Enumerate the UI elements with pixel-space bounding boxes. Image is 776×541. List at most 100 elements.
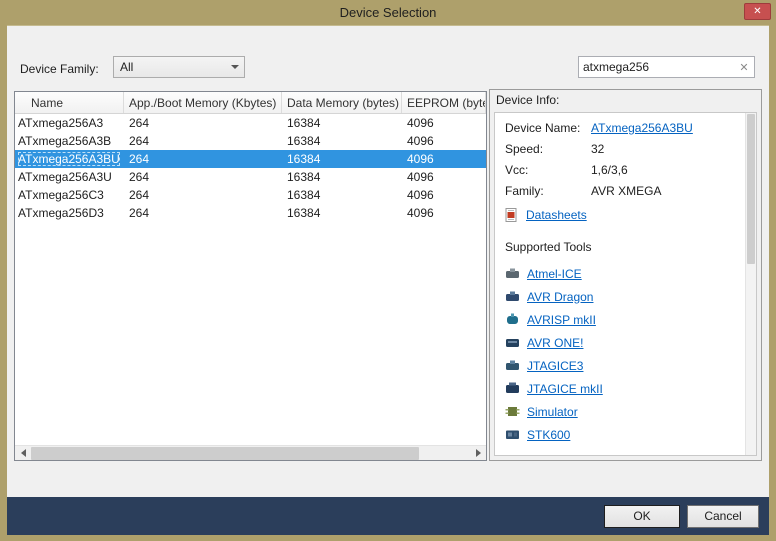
dialog-content: Device Family: All ✕ Name App./Boot Memo…: [7, 25, 769, 497]
supported-tools-heading: Supported Tools: [505, 240, 746, 254]
tool-row: AVR ONE!: [505, 331, 746, 354]
tool-row: JTAGICE mkII: [505, 377, 746, 400]
vcc-row: Vcc: 1,6/3,6: [505, 163, 746, 177]
family-value: AVR XMEGA: [591, 184, 661, 198]
table-row[interactable]: ATxmega256D3 264 16384 4096: [15, 204, 486, 222]
device-family-dropdown[interactable]: All: [113, 56, 245, 78]
cell-name: ATxmega256A3B: [15, 134, 124, 148]
column-header-data-memory[interactable]: Data Memory (bytes): [282, 92, 402, 113]
device-search-box: ✕: [578, 56, 755, 78]
simulator-icon: [505, 405, 520, 418]
vertical-scrollbar[interactable]: [745, 113, 756, 455]
cell-data-memory: 16384: [282, 116, 402, 130]
avr-one-icon: [505, 336, 520, 349]
table-row-selected[interactable]: ATxmega256A3BU 264 16384 4096: [15, 150, 486, 168]
device-name-label: Device Name:: [505, 121, 591, 135]
cell-name: ATxmega256A3U: [15, 170, 124, 184]
close-icon[interactable]: ✕: [744, 3, 771, 20]
tool-link-avr-one[interactable]: AVR ONE!: [527, 336, 583, 350]
jtagice-mkii-icon: [505, 382, 520, 395]
scroll-right-icon[interactable]: [470, 446, 486, 461]
cell-eeprom: 4096: [402, 170, 486, 184]
table-row[interactable]: ATxmega256A3U 264 16384 4096: [15, 168, 486, 186]
device-family-selected-value: All: [114, 60, 226, 74]
tool-row: JTAGICE3: [505, 354, 746, 377]
device-name-link[interactable]: ATxmega256A3BU: [591, 121, 693, 135]
cell-app-boot-memory: 264: [124, 134, 282, 148]
cell-eeprom: 4096: [402, 206, 486, 220]
datasheets-link[interactable]: Datasheets: [526, 208, 587, 222]
device-info-caption: Device Info:: [490, 90, 761, 110]
vcc-label: Vcc:: [505, 163, 591, 177]
cell-name: ATxmega256D3: [15, 206, 124, 220]
pdf-datasheet-icon: [505, 209, 520, 222]
cell-name: ATxmega256C3: [15, 188, 124, 202]
column-header-name[interactable]: Name: [15, 92, 124, 113]
cell-data-memory: 16384: [282, 134, 402, 148]
datasheets-row: Datasheets: [505, 208, 746, 222]
tool-link-jtagice3[interactable]: JTAGICE3: [527, 359, 583, 373]
jtagice3-icon: [505, 359, 520, 372]
horizontal-scroll-thumb[interactable]: [31, 447, 419, 460]
cell-eeprom: 4096: [402, 134, 486, 148]
cancel-button[interactable]: Cancel: [687, 505, 759, 528]
tool-link-atmel-ice[interactable]: Atmel-ICE: [527, 267, 582, 281]
cell-app-boot-memory: 264: [124, 206, 282, 220]
table-row[interactable]: ATxmega256C3 264 16384 4096: [15, 186, 486, 204]
tool-row: AVRISP mkII: [505, 308, 746, 331]
device-name-row: Device Name: ATxmega256A3BU: [505, 121, 746, 135]
tool-link-jtagice-mkii[interactable]: JTAGICE mkII: [527, 382, 603, 396]
family-row: Family: AVR XMEGA: [505, 184, 746, 198]
speed-row: Speed: 32: [505, 142, 746, 156]
tool-row: Simulator: [505, 400, 746, 423]
horizontal-scrollbar[interactable]: [15, 445, 486, 460]
cell-data-memory: 16384: [282, 170, 402, 184]
avr-dragon-icon: [505, 290, 520, 303]
cell-eeprom: 4096: [402, 152, 486, 166]
avrisp-mkii-icon: [505, 313, 520, 326]
tool-link-simulator[interactable]: Simulator: [527, 405, 578, 419]
device-family-label: Device Family:: [20, 62, 99, 76]
column-header-app-boot-memory[interactable]: App./Boot Memory (Kbytes): [124, 92, 282, 113]
cell-name: ATxmega256A3BU: [15, 152, 124, 166]
cell-data-memory: 16384: [282, 188, 402, 202]
device-info-panel: Device Info: Device Name: ATxmega256A3BU…: [489, 89, 762, 461]
search-input[interactable]: [579, 60, 734, 74]
cell-data-memory: 16384: [282, 152, 402, 166]
cell-app-boot-memory: 264: [124, 116, 282, 130]
tool-row: STK600: [505, 423, 746, 446]
atmel-ice-icon: [505, 267, 520, 280]
dialog-footer: OK Cancel: [7, 497, 769, 535]
cell-data-memory: 16384: [282, 206, 402, 220]
tool-row: AVR Dragon: [505, 285, 746, 308]
table-row[interactable]: ATxmega256A3 264 16384 4096: [15, 114, 486, 132]
table-row[interactable]: ATxmega256A3B 264 16384 4096: [15, 132, 486, 150]
ok-button[interactable]: OK: [604, 505, 680, 528]
table-header-row: Name App./Boot Memory (Kbytes) Data Memo…: [15, 92, 486, 114]
vcc-value: 1,6/3,6: [591, 163, 628, 177]
title-bar[interactable]: Device Selection ✕: [0, 0, 776, 25]
column-header-eeprom[interactable]: EEPROM (bytes): [402, 92, 486, 113]
speed-label: Speed:: [505, 142, 591, 156]
cell-name: ATxmega256A3: [15, 116, 124, 130]
tool-link-avrisp-mkii[interactable]: AVRISP mkII: [527, 313, 596, 327]
cell-app-boot-memory: 264: [124, 170, 282, 184]
device-info-details: Device Name: ATxmega256A3BU Speed: 32 Vc…: [494, 112, 757, 456]
device-selection-dialog: Device Selection ✕ Device Family: All ✕ …: [0, 0, 776, 541]
speed-value: 32: [591, 142, 604, 156]
tool-link-stk600[interactable]: STK600: [527, 428, 570, 442]
cell-app-boot-memory: 264: [124, 188, 282, 202]
stk600-icon: [505, 428, 520, 441]
tool-row: Atmel-ICE: [505, 262, 746, 285]
clear-search-icon[interactable]: ✕: [734, 61, 754, 74]
cell-app-boot-memory: 264: [124, 152, 282, 166]
family-label: Family:: [505, 184, 591, 198]
cell-eeprom: 4096: [402, 188, 486, 202]
tool-link-avr-dragon[interactable]: AVR Dragon: [527, 290, 593, 304]
window-title: Device Selection: [340, 5, 437, 20]
chevron-down-icon[interactable]: [226, 65, 244, 69]
cell-eeprom: 4096: [402, 116, 486, 130]
device-table: Name App./Boot Memory (Kbytes) Data Memo…: [14, 91, 487, 461]
scroll-left-icon[interactable]: [15, 446, 31, 461]
vertical-scroll-thumb[interactable]: [747, 114, 755, 264]
